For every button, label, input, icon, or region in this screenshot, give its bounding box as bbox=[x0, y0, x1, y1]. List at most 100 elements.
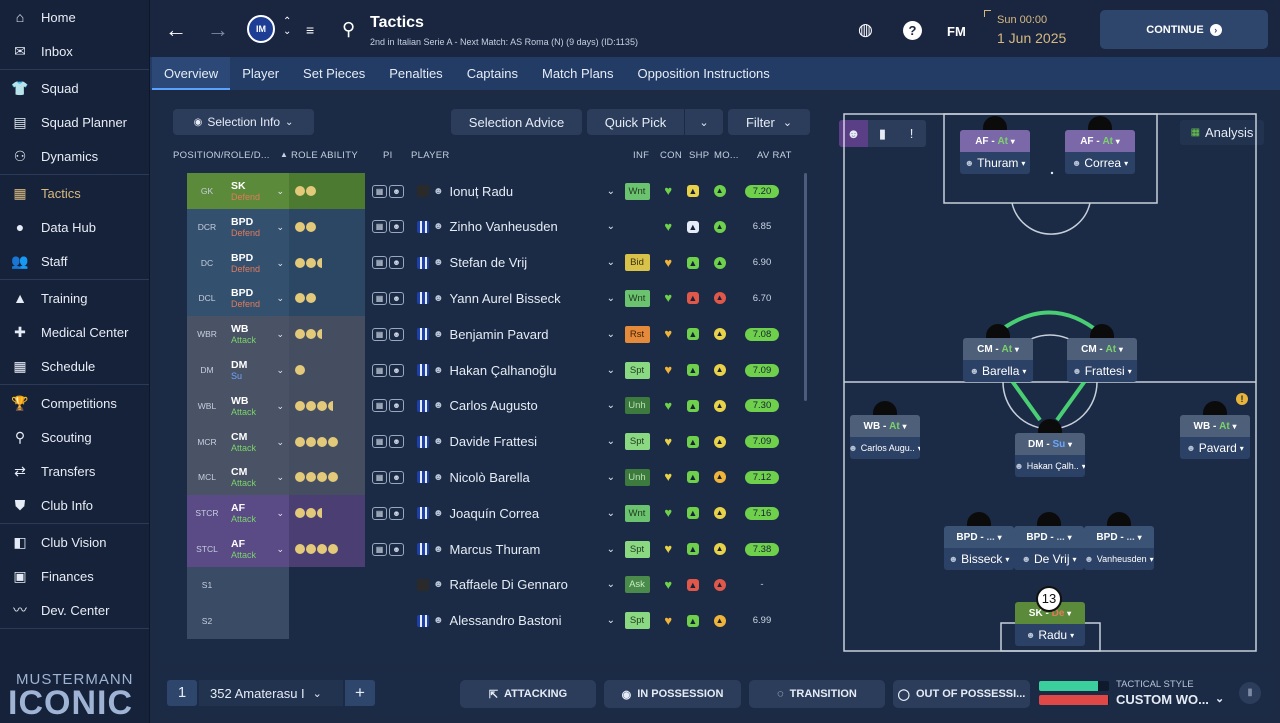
player-instructions-cell[interactable]: ▦ ☻ bbox=[365, 542, 411, 556]
chevron-down-icon[interactable]: ⌄ bbox=[607, 329, 615, 340]
pitch-role-badge[interactable]: CM - At ▾ bbox=[963, 338, 1033, 360]
pitch-player-de-vrij[interactable]: BPD - ... ▾ ☻ De Vrij ▾ bbox=[1014, 512, 1084, 572]
tab-player[interactable]: Player bbox=[230, 57, 291, 90]
add-tactic-button[interactable]: + bbox=[345, 680, 375, 706]
pitch-role-badge[interactable]: BPD - ... ▾ bbox=[1084, 526, 1154, 548]
position-cell[interactable]: DCR bbox=[187, 208, 227, 245]
filter-button[interactable]: Filter ⌄ bbox=[728, 109, 810, 135]
instructions-icon[interactable]: ▦ bbox=[372, 435, 387, 449]
tactic-select[interactable]: 352 Amaterasu I ⌄ bbox=[199, 680, 343, 706]
pitch-player-vanheusden[interactable]: BPD - ... ▾ ☻ Vanheusden ▾ bbox=[1084, 512, 1154, 572]
role-cell[interactable]: WB Attack ⌄ bbox=[227, 316, 289, 353]
player-cell[interactable]: ☻ Zinho Vanheusden ⌄ bbox=[411, 209, 621, 245]
table-row[interactable]: MCR CM Attack ⌄ ▦ ☻ ☻ Davide Frattesi ⌄ Spt ♥ ▲ ▲ 7.0… bbox=[187, 423, 799, 460]
sidebar-item-squad-planner[interactable]: ▤ Squad Planner bbox=[0, 105, 149, 139]
table-row[interactable]: DCL BPD Defend ⌄ ▦ ☻ ☻ Yann Aurel Bisseck ⌄ Wnt ♥ ▲… bbox=[187, 280, 799, 317]
player-instructions-cell[interactable]: ▦ ☻ bbox=[365, 506, 411, 520]
player-name[interactable]: Raffaele Di Gennaro bbox=[450, 577, 568, 592]
pitch-role-badge[interactable]: CM - At ▾ bbox=[1067, 338, 1137, 360]
sidebar-item-home[interactable]: ⌂ Home bbox=[0, 0, 149, 34]
pitch-name-badge[interactable]: ☻ Barella ▾ bbox=[963, 360, 1033, 382]
pitch-name-badge[interactable]: ☻ Hakan Çalh.. ▾ bbox=[1015, 455, 1085, 477]
sidebar-item-club-vision[interactable]: ◧ Club Vision bbox=[0, 525, 149, 559]
pitch-name-badge[interactable]: ☻ Vanheusden ▾ bbox=[1084, 548, 1154, 570]
player-name[interactable]: Hakan Çalhanoğlu bbox=[450, 363, 557, 378]
sidebar-item-data-hub[interactable]: ● Data Hub bbox=[0, 210, 149, 244]
chevron-down-icon[interactable]: ⌄ bbox=[607, 615, 615, 626]
pitch-role-badge[interactable]: WB - At ▾ bbox=[1180, 415, 1250, 437]
player-instructions-cell[interactable]: ▦ ☻ bbox=[365, 399, 411, 413]
player-instructions-cell[interactable]: ▦ ☻ bbox=[365, 327, 411, 341]
position-cell[interactable]: DC bbox=[187, 244, 227, 281]
instructions-icon[interactable]: ▦ bbox=[372, 506, 387, 520]
instructions-icon[interactable]: ▦ bbox=[372, 399, 387, 413]
pitch-player-correa[interactable]: AF - At ▾ ☻ Correa ▾ bbox=[1065, 116, 1135, 176]
quick-pick-dropdown[interactable]: ⌄ bbox=[685, 109, 723, 135]
person-icon[interactable]: ☻ bbox=[389, 291, 404, 305]
sidebar-item-club-info[interactable]: ⛊ Club Info bbox=[0, 488, 149, 522]
stats-icon[interactable]: ▮ bbox=[1239, 682, 1261, 704]
player-cell[interactable]: ☻ Nicolò Barella ⌄ bbox=[411, 459, 621, 495]
chevron-down-icon[interactable]: ⌄ bbox=[607, 400, 615, 411]
tab-opposition-instructions[interactable]: Opposition Instructions bbox=[626, 57, 782, 90]
tab-set-pieces[interactable]: Set Pieces bbox=[291, 57, 377, 90]
sidebar-item-medical-center[interactable]: ✚ Medical Center bbox=[0, 315, 149, 349]
pitch-name-badge[interactable]: ☻ Thuram ▾ bbox=[960, 152, 1030, 174]
sidebar-item-staff[interactable]: 👥 Staff bbox=[0, 244, 149, 278]
pitch-player-thuram[interactable]: AF - At ▾ ☻ Thuram ▾ bbox=[960, 116, 1030, 176]
pitch-role-badge[interactable]: BPD - ... ▾ bbox=[1014, 526, 1084, 548]
player-name[interactable]: Joaquín Correa bbox=[450, 506, 540, 521]
tactical-style-select[interactable]: CUSTOM WO... ⌄ bbox=[1116, 692, 1224, 707]
person-icon[interactable]: ☻ bbox=[389, 220, 404, 234]
chevron-down-icon[interactable]: ⌄ bbox=[607, 293, 615, 304]
role-cell[interactable]: AF Attack ⌄ bbox=[227, 531, 289, 567]
position-cell[interactable]: S1 bbox=[187, 566, 227, 603]
chevron-down-icon[interactable]: ⌄ bbox=[607, 365, 615, 376]
sidebar-item-transfers[interactable]: ⇄ Transfers bbox=[0, 454, 149, 488]
tactic-slot-button[interactable]: 1 bbox=[167, 680, 197, 706]
table-row[interactable]: DCR BPD Defend ⌄ ▦ ☻ ☻ Zinho Vanheusden ⌄ ♥ ▲ ▲ 6.85 bbox=[187, 208, 799, 245]
chevron-down-icon[interactable]: ⌄ bbox=[607, 508, 615, 519]
tab-captains[interactable]: Captains bbox=[455, 57, 530, 90]
player-name[interactable]: Nicolò Barella bbox=[450, 470, 530, 485]
pitch-name-badge[interactable]: ☻ Carlos Augu.. ▾ bbox=[850, 437, 920, 459]
player-name[interactable]: Zinho Vanheusden bbox=[450, 219, 558, 234]
sidebar-item-squad[interactable]: 👕 Squad bbox=[0, 71, 149, 105]
pitch-role-badge[interactable]: AF - At ▾ bbox=[960, 130, 1030, 152]
player-name[interactable]: Marcus Thuram bbox=[450, 542, 541, 557]
player-cell[interactable]: ☻ Stefan de Vrij ⌄ bbox=[411, 245, 621, 281]
role-cell[interactable]: BPD Defend ⌄ bbox=[227, 208, 289, 245]
role-cell[interactable]: SK Defend ⌄ bbox=[227, 173, 289, 209]
table-row[interactable]: DC BPD Defend ⌄ ▦ ☻ ☻ Stefan de Vrij ⌄ Bid ♥ ▲ ▲ 6.90 bbox=[187, 244, 799, 281]
chevron-down-icon[interactable]: ⌄ bbox=[607, 472, 615, 483]
player-instructions-cell[interactable]: ▦ ☻ bbox=[365, 256, 411, 270]
column-con[interactable]: CON bbox=[660, 150, 682, 161]
chevron-down-icon[interactable]: ⌄ bbox=[607, 436, 615, 447]
pitch-name-badge[interactable]: ☻ Radu ▾ bbox=[1015, 624, 1085, 646]
column-player[interactable]: PLAYER bbox=[411, 150, 450, 161]
in-possession-button[interactable]: ◉ IN POSSESSION bbox=[604, 680, 741, 708]
transition-button[interactable]: ◌ TRANSITION bbox=[749, 680, 885, 708]
table-row[interactable]: STCR AF Attack ⌄ ▦ ☻ ☻ Joaquín Correa ⌄ Wnt ♥ ▲ ▲ 7.1… bbox=[187, 495, 799, 532]
chevron-down-icon[interactable]: ⌄ bbox=[607, 221, 615, 232]
role-cell[interactable]: CM Attack ⌄ bbox=[227, 459, 289, 496]
role-cell[interactable] bbox=[227, 566, 289, 603]
bar-chart-icon[interactable]: ▮ bbox=[868, 120, 897, 147]
chevron-down-icon[interactable]: ⌄ bbox=[607, 544, 615, 555]
column-inf[interactable]: INF bbox=[633, 150, 649, 161]
alert-icon[interactable]: ! bbox=[897, 120, 926, 147]
person-icon[interactable]: ☻ bbox=[389, 363, 404, 377]
pitch-name-badge[interactable]: ☻ Pavard ▾ bbox=[1180, 437, 1250, 459]
position-cell[interactable]: GK bbox=[187, 173, 227, 209]
help-icon[interactable]: ? bbox=[903, 21, 922, 40]
pitch-player-bisseck[interactable]: BPD - ... ▾ ☻ Bisseck ▾ bbox=[944, 512, 1014, 572]
position-cell[interactable]: MCL bbox=[187, 459, 227, 496]
sidebar-item-schedule[interactable]: ▦ Schedule bbox=[0, 349, 149, 383]
selection-info-button[interactable]: ◉ Selection Info ⌄ bbox=[173, 109, 314, 135]
chevron-down-icon[interactable]: ⌄ bbox=[607, 579, 615, 590]
column-pi[interactable]: PI bbox=[383, 150, 393, 161]
player-cell[interactable]: ☻ Marcus Thuram ⌄ bbox=[411, 531, 621, 567]
person-icon[interactable]: ☻ bbox=[389, 470, 404, 484]
role-cell[interactable] bbox=[227, 602, 289, 639]
player-cell[interactable]: ☻ Benjamin Pavard ⌄ bbox=[411, 316, 621, 352]
